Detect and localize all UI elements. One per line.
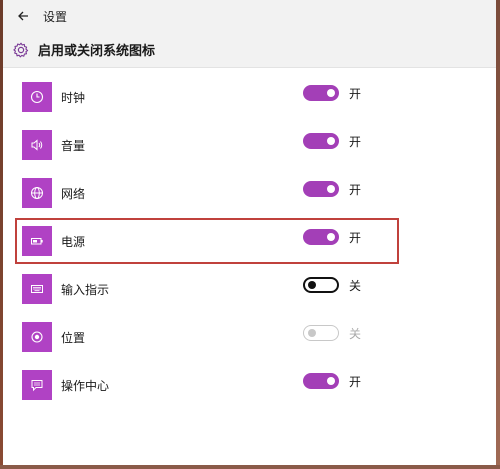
toggle-input-indicator[interactable]	[303, 277, 339, 293]
page-header: 启用或关闭系统图标	[3, 32, 496, 68]
clock-icon	[22, 82, 52, 112]
list-item-action-center: 操作中心	[22, 368, 402, 402]
list-item-clock: 时钟	[22, 80, 402, 114]
back-button[interactable]	[3, 0, 43, 32]
toggle-location[interactable]	[303, 325, 339, 341]
toggle-knob	[308, 281, 316, 289]
toggle-knob	[327, 185, 335, 193]
toggle-state-location: 关	[349, 327, 362, 341]
list-item-location: 位置	[22, 320, 402, 354]
toggle-knob	[327, 89, 335, 97]
toggle-state-action-center: 开	[349, 375, 362, 389]
location-icon	[22, 322, 52, 352]
toggle-state-network: 开	[349, 183, 362, 197]
toggle-knob	[327, 137, 335, 145]
list-item-input-indicator: 输入指示	[22, 272, 402, 306]
keyboard-icon	[22, 274, 52, 304]
list-item-volume: 音量	[22, 128, 402, 162]
toggle-state-volume: 开	[349, 135, 362, 149]
volume-icon	[22, 130, 52, 160]
toggle-state-clock: 开	[349, 87, 362, 101]
toggle-action-center[interactable]	[303, 373, 339, 389]
toggle-knob	[327, 377, 335, 385]
gear-icon	[13, 42, 29, 57]
window-title: 设置	[43, 9, 68, 24]
toggle-knob	[308, 329, 316, 337]
title-bar: 设置	[3, 0, 496, 32]
highlight-box	[15, 218, 399, 264]
window-frame-bottom	[0, 465, 500, 469]
action-center-icon	[22, 370, 52, 400]
toggle-volume[interactable]	[303, 133, 339, 149]
network-globe-icon	[22, 178, 52, 208]
toggle-state-input-indicator: 关	[349, 279, 362, 293]
toggle-clock[interactable]	[303, 85, 339, 101]
toggle-network[interactable]	[303, 181, 339, 197]
back-arrow-icon	[18, 11, 28, 21]
page-title: 启用或关闭系统图标	[38, 44, 156, 59]
window-frame-left	[0, 0, 3, 469]
window-frame-right	[496, 0, 500, 469]
list-item-network: 网络	[22, 176, 402, 210]
